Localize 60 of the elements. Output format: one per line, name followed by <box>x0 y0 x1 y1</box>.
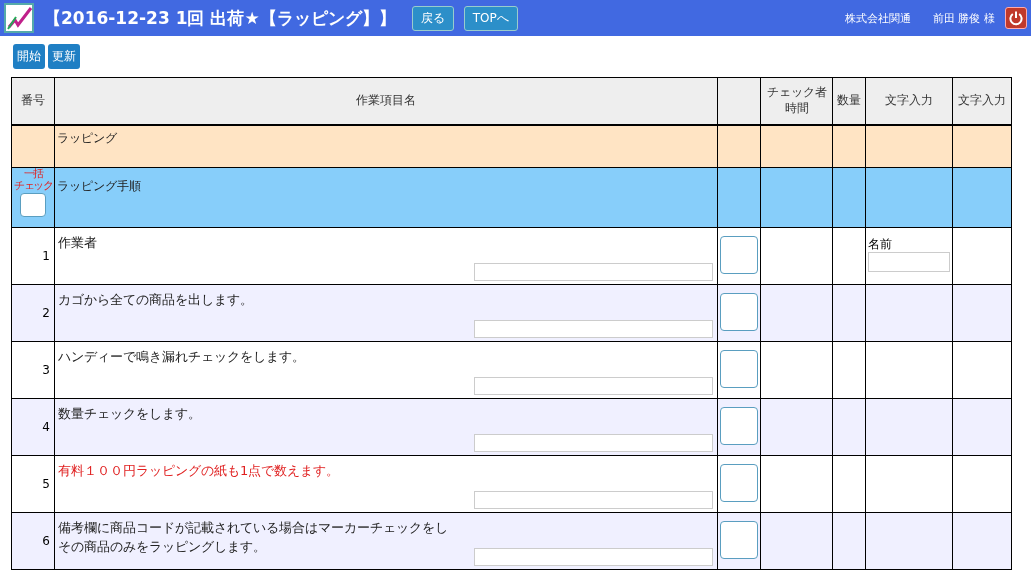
bulk-check-label: チェック <box>13 180 53 192</box>
category-name: ラッピング <box>57 130 117 147</box>
table-cell <box>952 341 1012 399</box>
task-name: ハンディーで鳴き漏れチェックをします。 <box>58 348 306 366</box>
task-checkbox[interactable] <box>720 293 758 331</box>
user-name: 前田 勝俊 様 <box>933 10 995 26</box>
table-cell <box>832 455 866 513</box>
action-button[interactable]: 更新 <box>48 44 80 69</box>
column-header-text: 作業項目名 <box>355 93 417 109</box>
row-number: 6 <box>11 512 55 570</box>
page-title: 【2016-12-23 1回 出荷★【ラッピング】】 <box>44 6 396 30</box>
row-number: 5 <box>11 455 55 513</box>
group-name: ラッピング手順 <box>57 178 141 195</box>
row-number: 2 <box>11 284 55 342</box>
row-number: 4 <box>11 398 55 456</box>
task-checkbox[interactable] <box>720 521 758 559</box>
note-field[interactable] <box>474 434 713 452</box>
table-cell <box>952 167 1012 228</box>
task-name: その商品のみをラッピングします。 <box>58 538 267 556</box>
table-cell <box>832 167 866 228</box>
name-field[interactable] <box>868 252 950 272</box>
check-logo-icon <box>4 3 34 33</box>
note-field[interactable] <box>474 263 713 281</box>
row-number: 3 <box>11 341 55 399</box>
note-field[interactable] <box>474 491 713 509</box>
table-cell <box>832 341 866 399</box>
table-cell <box>832 512 866 570</box>
task-name: 備考欄に商品コードが記載されている場合はマーカーチェックをし <box>58 519 449 537</box>
column-header-text: 数量 <box>836 93 862 109</box>
table-cell <box>952 398 1012 456</box>
field-label: 名前 <box>868 236 893 252</box>
task-name: 有料１００円ラッピングの紙も1点で数えます。 <box>58 462 341 480</box>
note-field[interactable] <box>474 320 713 338</box>
column-header-text: 時間 <box>783 101 810 117</box>
column-header-text: 文字入力 <box>957 93 1007 109</box>
note-field[interactable] <box>474 548 713 566</box>
task-name: 作業者 <box>58 234 98 252</box>
column-header-text: 文字入力 <box>884 93 934 109</box>
power-icon[interactable] <box>1005 7 1027 29</box>
row-number: 1 <box>11 227 55 285</box>
nav-button[interactable]: TOPへ <box>463 5 518 31</box>
column-header-text: チェック者 <box>765 85 828 101</box>
task-name: 数量チェックをします。 <box>58 405 202 423</box>
table-cell <box>952 455 1012 513</box>
task-checkbox[interactable] <box>720 464 758 502</box>
bulk-checkbox[interactable] <box>20 193 46 217</box>
column-header-text: 番号 <box>20 93 46 109</box>
bulk-check-label: 一括 <box>22 168 44 180</box>
task-checkbox[interactable] <box>720 350 758 388</box>
table-cell <box>952 512 1012 570</box>
action-button[interactable]: 開始 <box>13 44 45 69</box>
task-checkbox[interactable] <box>720 407 758 445</box>
table-cell <box>832 284 866 342</box>
table-cell <box>952 284 1012 342</box>
nav-button[interactable]: 戻る <box>411 5 454 31</box>
task-checkbox[interactable] <box>720 236 758 274</box>
task-name: カゴから全ての商品を出します。 <box>58 291 254 309</box>
note-field[interactable] <box>474 377 713 395</box>
table-cell <box>832 398 866 456</box>
company-name: 株式会社関通 <box>845 10 911 26</box>
